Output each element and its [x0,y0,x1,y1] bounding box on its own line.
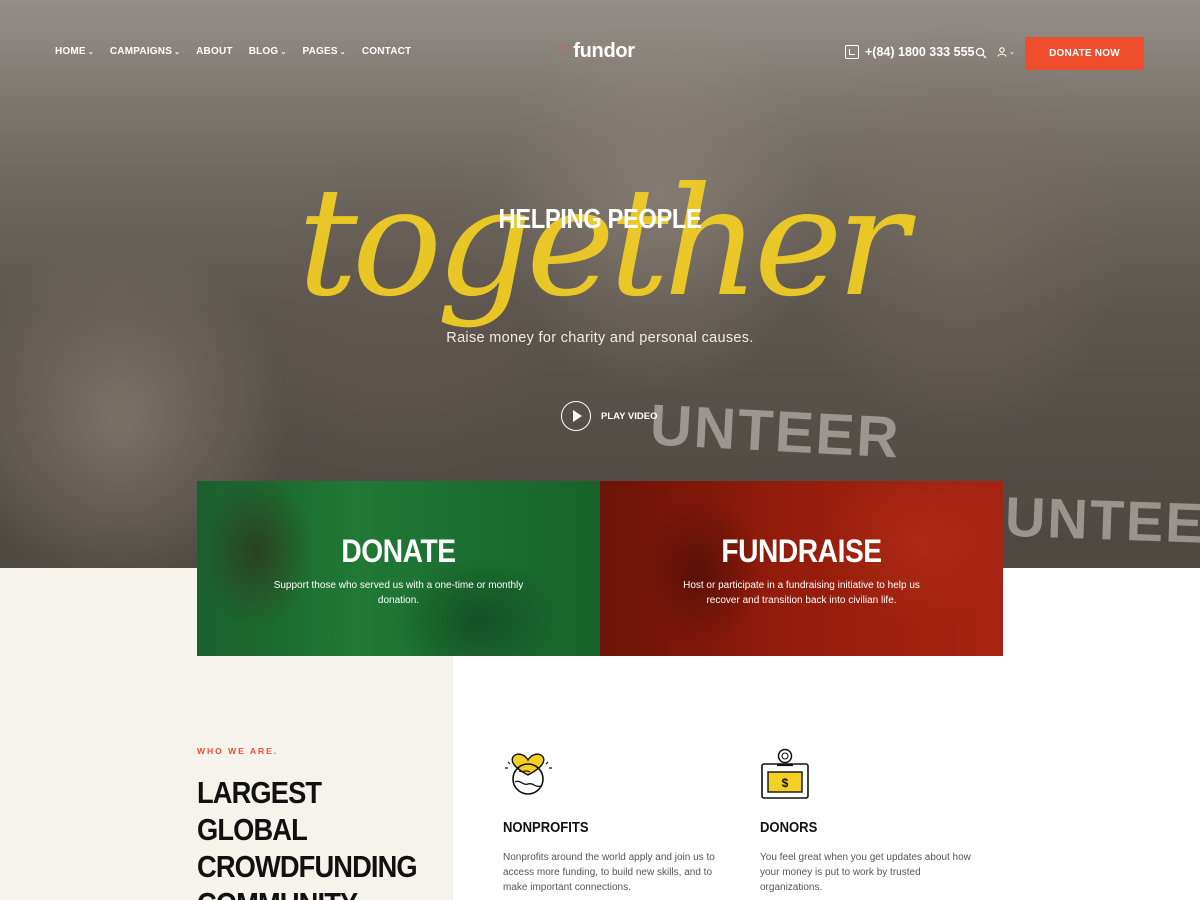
heart-icon: ♡ [556,41,572,61]
feature-nonprofits: NONPROFITS Nonprofits around the world a… [503,746,723,895]
donate-card-title: DONATE [341,533,456,569]
chevron-down-icon: ⌄ [339,48,346,56]
feature-text-donors: You feel great when you get updates abou… [760,852,971,893]
donate-card-text: Support those who served us with a one-t… [273,580,524,606]
donate-card[interactable]: DONATE Support those who served us with … [197,481,600,656]
play-video-button[interactable]: PLAY VIDEO [561,401,658,431]
site-logo[interactable]: ♡ fundor [556,40,635,63]
phone-icon [845,45,859,59]
svg-text:$: $ [782,776,789,790]
shirt-text-2: UNTEER [1003,484,1200,557]
donate-now-button[interactable]: DONATE NOW [1025,37,1144,70]
play-icon [561,401,591,431]
feature-title-nonprofits: NONPROFITS [503,820,589,836]
chevron-down-icon: ⌄ [280,48,287,56]
donation-box-icon: $ [761,748,809,799]
phone-contact[interactable]: +(84) 1800 333 555 [845,45,974,59]
heart-globe-icon [505,753,552,795]
chevron-down-icon: ⌄ [1009,49,1015,56]
fundraise-card[interactable]: FUNDRAISE Host or participate in a fundr… [600,481,1003,656]
feature-donors: $ DONORS You feel great when you get upd… [760,746,980,895]
nav-item-home[interactable]: HOME ⌄ [55,46,94,57]
feature-text-nonprofits: Nonprofits around the world apply and jo… [503,852,715,893]
fundraise-card-title: FUNDRAISE [721,533,882,569]
chevron-down-icon: ⌄ [174,48,181,56]
user-menu[interactable]: ⌄ [997,47,1015,57]
feature-title-donors: DONORS [760,820,818,836]
nav-item-pages[interactable]: PAGES ⌄ [302,46,345,57]
fundraise-card-text: Host or participate in a fundraising ini… [683,580,920,606]
nav-item-campaigns[interactable]: CAMPAIGNS ⌄ [110,46,180,57]
hero-pre-title: HELPING PEOPLE [498,203,702,234]
shirt-text-1: UNTEER [648,392,902,471]
hero-subtitle: Raise money for charity and personal cau… [446,330,754,346]
nav-item-about[interactable]: ABOUT [196,46,233,57]
search-icon[interactable] [975,47,987,59]
nav-item-blog[interactable]: BLOG ⌄ [249,46,287,57]
main-nav: HOME ⌄ CAMPAIGNS ⌄ ABOUT BLOG ⌄ PAGES ⌄ CONT… [55,46,427,57]
section-label: WHO WE ARE. [197,746,279,756]
chevron-down-icon: ⌄ [87,48,94,56]
logo-text: fundor [573,40,635,62]
phone-number: +(84) 1800 333 555 [865,45,975,59]
section-title: LARGEST GLOBAL CROWDFUNDING COMMUNITY [197,775,418,900]
nav-item-contact[interactable]: CONTACT [362,46,412,57]
hero-script-title: together [297,156,909,330]
play-video-label: PLAY VIDEO [601,410,658,422]
user-icon [997,47,1007,57]
